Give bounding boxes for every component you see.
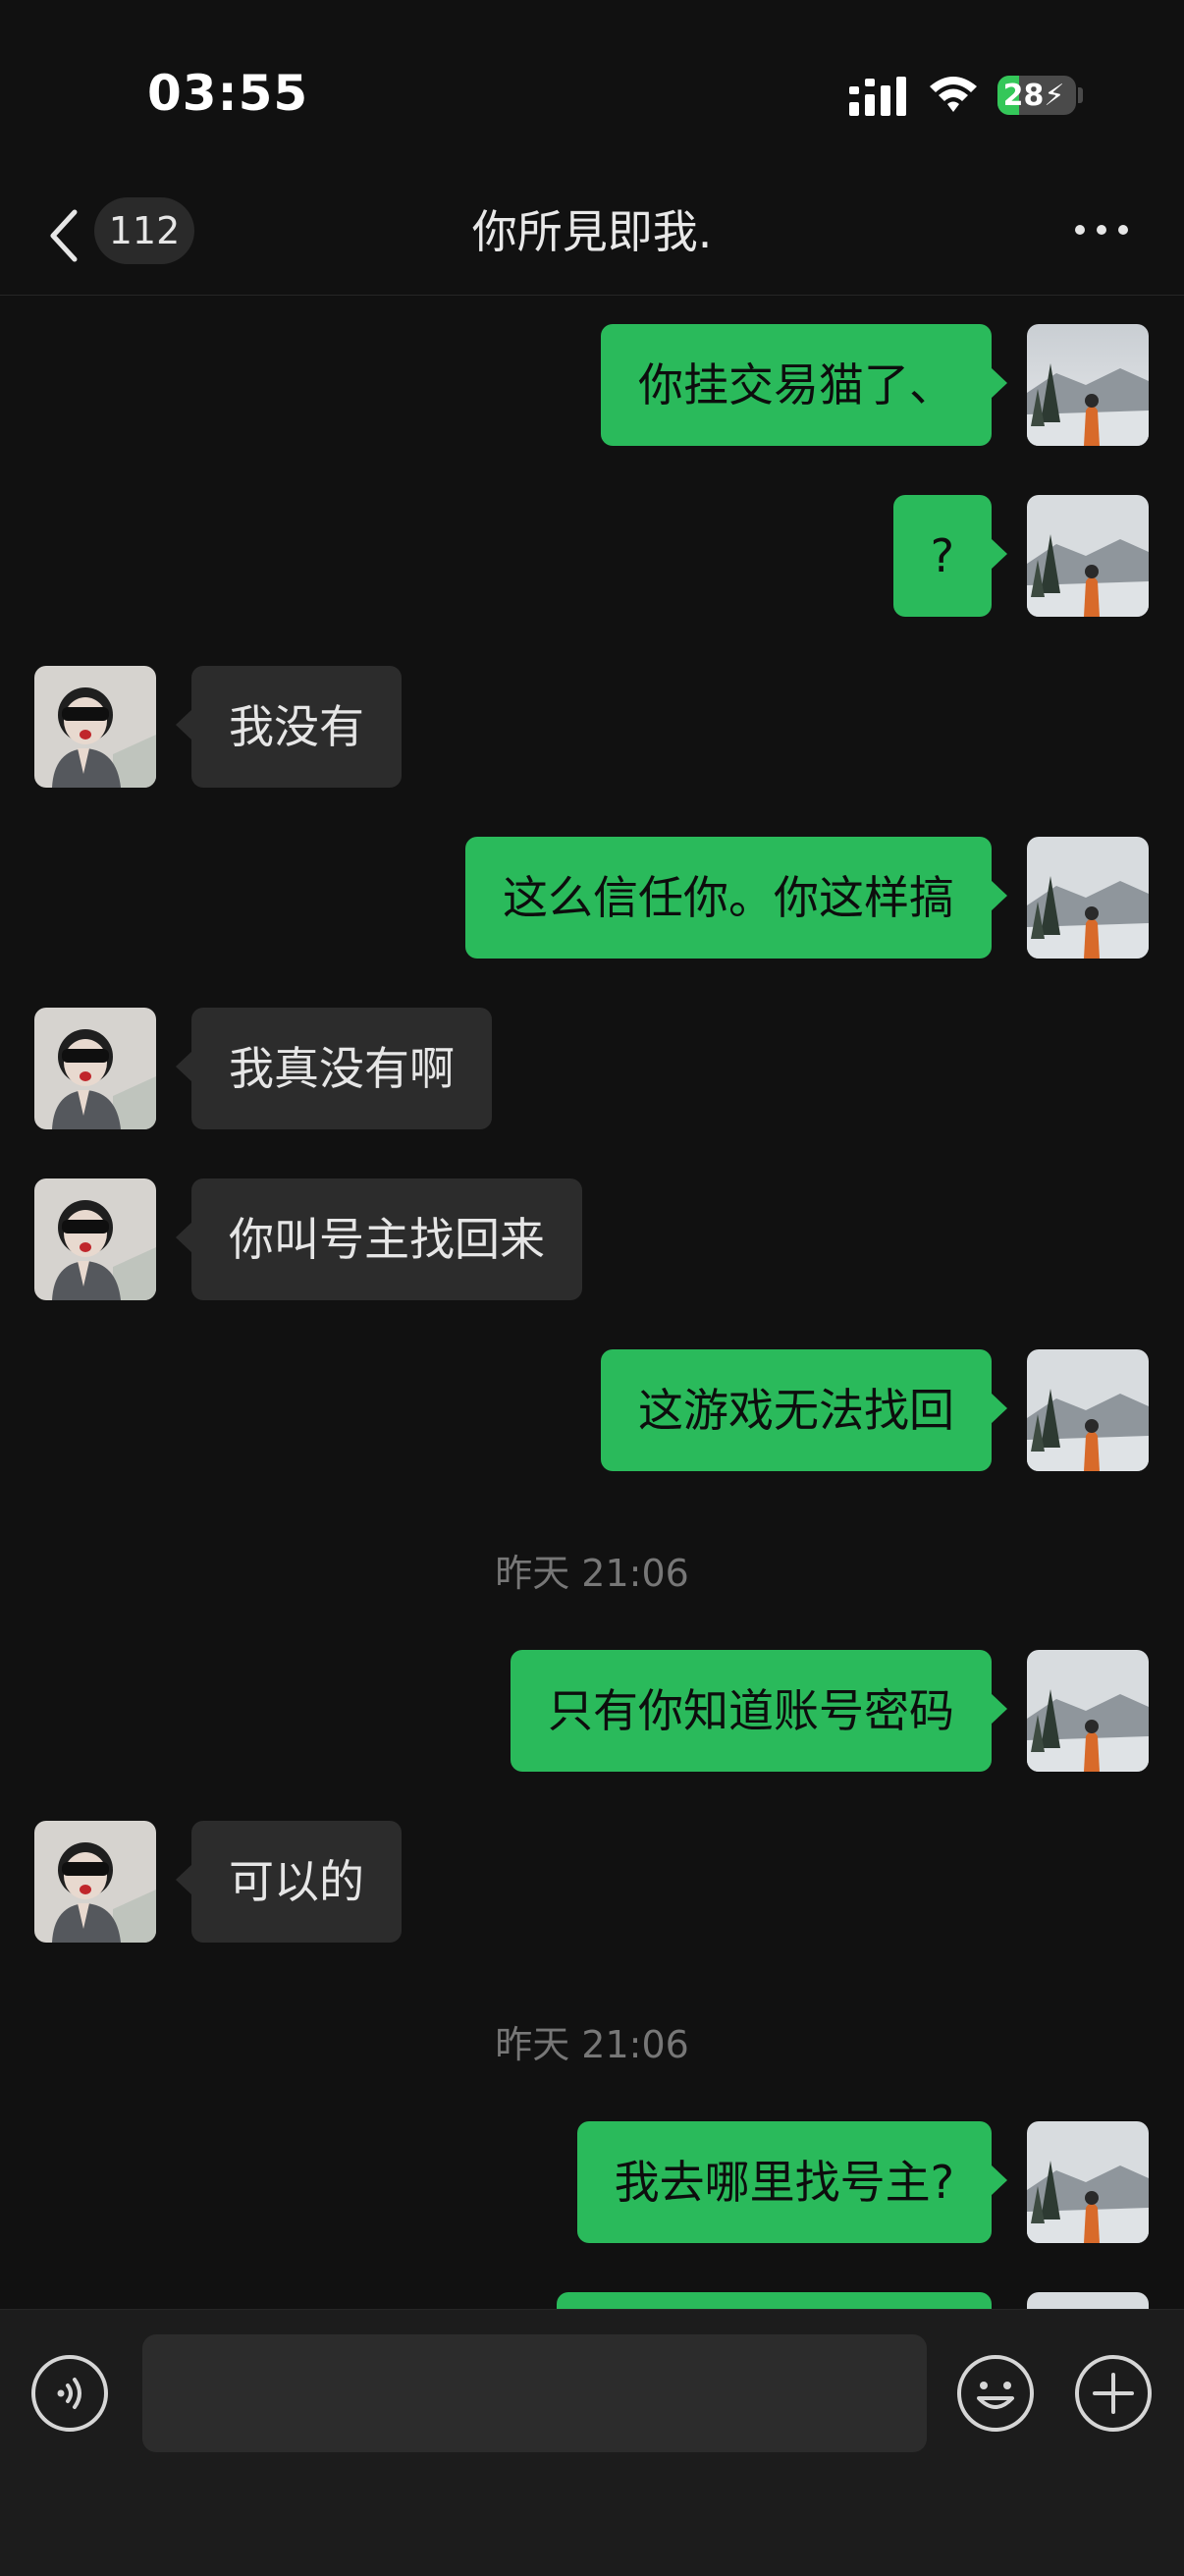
my-avatar[interactable] xyxy=(1027,2292,1149,2309)
my-avatar[interactable] xyxy=(1027,837,1149,959)
message-row-outgoing-partial xyxy=(0,2292,1184,2309)
message-bubble[interactable]: 我没有 xyxy=(176,666,402,788)
message-bubble[interactable]: 这游戏无法找回 xyxy=(601,1349,1007,1471)
message-row-outgoing: 这游戏无法找回 xyxy=(0,1349,1184,1471)
my-avatar[interactable] xyxy=(1027,2121,1149,2243)
wifi-icon xyxy=(930,77,977,112)
message-bubble[interactable]: ? xyxy=(892,495,1008,617)
message-timestamp: 昨天 21:06 xyxy=(495,1552,689,1595)
status-time: 03:55 xyxy=(147,65,309,122)
my-avatar[interactable] xyxy=(1027,1349,1149,1471)
my-avatar[interactable] xyxy=(1027,495,1149,617)
message-bubble[interactable]: 你挂交易猫了、 xyxy=(601,324,1007,446)
message-bubble[interactable]: 可以的 xyxy=(176,1821,402,1943)
contact-avatar[interactable] xyxy=(34,1178,156,1300)
contact-avatar[interactable] xyxy=(34,1821,156,1943)
plus-icon[interactable] xyxy=(1073,2353,1154,2434)
message-input[interactable] xyxy=(142,2334,927,2452)
person-avatar-image xyxy=(34,1008,156,1129)
message-timestamp: 昨天 21:06 xyxy=(495,2023,689,2066)
person-avatar-image xyxy=(34,1821,156,1943)
more-dots-icon[interactable] xyxy=(1073,220,1130,240)
landscape-avatar-image xyxy=(1027,324,1149,446)
message-row-outgoing: 你挂交易猫了、 xyxy=(0,324,1184,446)
message-row-incoming: 可以的 xyxy=(0,1821,1184,1943)
message-bubble[interactable]: 你叫号主找回来 xyxy=(176,1178,582,1300)
voice-icon[interactable] xyxy=(29,2353,110,2434)
message-bubble[interactable]: 我真没有啊 xyxy=(176,1008,492,1129)
message-bubble[interactable]: 只有你知道账号密码 xyxy=(511,1650,1007,1772)
battery-indicator: 28 ⚡ xyxy=(997,76,1076,115)
charging-bolt-icon: ⚡ xyxy=(1044,78,1065,113)
landscape-avatar-image xyxy=(1027,495,1149,617)
message-bubble[interactable]: 我去哪里找号主? xyxy=(576,2121,1008,2243)
message-row-outgoing: 我去哪里找号主? xyxy=(0,2121,1184,2243)
message-row-incoming: 你叫号主找回来 xyxy=(0,1178,1184,1300)
battery-percent: 28 xyxy=(1002,78,1045,113)
landscape-avatar-image xyxy=(1027,1349,1149,1471)
battery-nub xyxy=(1078,87,1083,103)
contact-avatar[interactable] xyxy=(34,666,156,788)
landscape-avatar-image xyxy=(1027,2292,1149,2309)
message-row-outgoing: 只有你知道账号密码 xyxy=(0,1650,1184,1772)
cellular-signal-icon xyxy=(849,77,906,116)
my-avatar[interactable] xyxy=(1027,1650,1149,1772)
landscape-avatar-image xyxy=(1027,2121,1149,2243)
message-list[interactable]: 你挂交易猫了、 ? 我没有 这么信任你。你这样搞 我真没有啊 你叫号主找回来 这… xyxy=(0,296,1184,2309)
person-avatar-image xyxy=(34,666,156,788)
landscape-avatar-image xyxy=(1027,1650,1149,1772)
my-avatar[interactable] xyxy=(1027,324,1149,446)
message-row-incoming: 我真没有啊 xyxy=(0,1008,1184,1129)
message-row-outgoing: ? xyxy=(0,495,1184,617)
message-bubble[interactable]: 这么信任你。你这样搞 xyxy=(465,837,1007,959)
person-avatar-image xyxy=(34,1178,156,1300)
emoji-icon[interactable] xyxy=(955,2353,1036,2434)
message-row-incoming: 我没有 xyxy=(0,666,1184,788)
chat-title[interactable]: 你所見即我. xyxy=(0,196,1184,267)
landscape-avatar-image xyxy=(1027,837,1149,959)
message-row-outgoing: 这么信任你。你这样搞 xyxy=(0,837,1184,959)
message-bubble[interactable] xyxy=(557,2292,992,2309)
contact-avatar[interactable] xyxy=(34,1008,156,1129)
